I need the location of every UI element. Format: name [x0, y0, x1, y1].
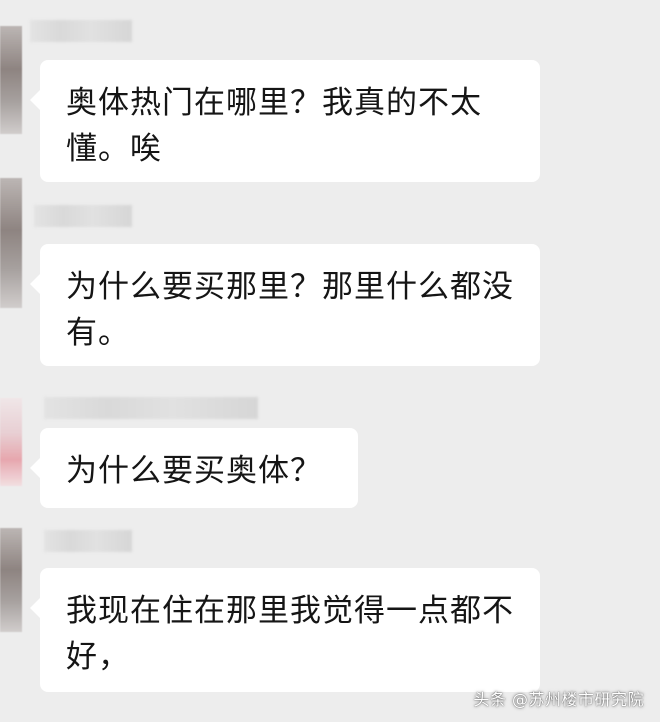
sender-avatar-blurred[interactable] [0, 26, 22, 134]
message-text: 为什么要买奥体？ [66, 453, 322, 489]
sender-name-blurred [30, 20, 132, 42]
sender-name-blurred [44, 397, 258, 419]
message-bubble[interactable]: 奥体热门在哪里？我真的不太懂。唉 [30, 60, 540, 182]
sender-name-blurred [44, 530, 132, 552]
message-text: 我现在住在那里我觉得一点都不好， [66, 593, 514, 675]
message-bubble[interactable]: 我现在住在那里我觉得一点都不好， [30, 568, 540, 692]
watermark-label: 头条 @苏州楼市研究院 [473, 690, 644, 709]
message-text: 为什么要买那里？那里什么都没有。 [66, 269, 514, 351]
sender-avatar-blurred[interactable] [0, 178, 22, 308]
sender-avatar-blurred[interactable] [0, 398, 22, 486]
message-bubble[interactable]: 为什么要买奥体？ [30, 428, 358, 508]
sender-name-blurred [34, 205, 132, 227]
message-text: 奥体热门在哪里？我真的不太懂。唉 [66, 85, 482, 167]
sender-avatar-blurred[interactable] [0, 528, 22, 632]
message-bubble[interactable]: 为什么要买那里？那里什么都没有。 [30, 244, 540, 366]
